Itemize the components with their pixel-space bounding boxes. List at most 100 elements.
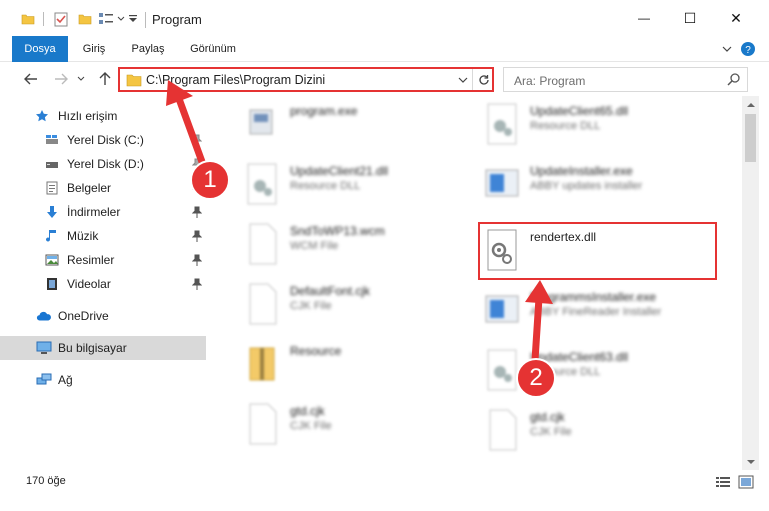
- sidebar-item-label: Yerel Disk (D:): [67, 157, 144, 171]
- sidebar-item-label: Yerel Disk (C:): [67, 133, 144, 147]
- address-path: C:\Program Files\Program Dizini: [146, 73, 326, 87]
- chevron-down-icon[interactable]: [116, 10, 126, 28]
- installer-icon: [485, 169, 519, 197]
- search-icon: [727, 72, 741, 89]
- arrow-right-icon: [55, 73, 68, 85]
- pictures-icon: [44, 252, 60, 268]
- file-type: Resource DLL: [530, 120, 601, 132]
- file-item-resource-folder[interactable]: Resource: [222, 336, 462, 392]
- details-view-icon[interactable]: [715, 475, 731, 489]
- sidebar-item-label: Belgeler: [67, 181, 112, 195]
- sidebar-item-label: Bu bilgisayar: [58, 341, 127, 355]
- view-options-icon[interactable]: [96, 10, 116, 28]
- recent-locations-button[interactable]: [74, 68, 88, 90]
- title-bar: Program — ☐ ✕: [0, 0, 769, 36]
- file-item-program-exe[interactable]: program.exe: [222, 96, 462, 152]
- pin-icon: [192, 134, 202, 146]
- maximize-button[interactable]: ☐: [667, 0, 713, 36]
- annotation-badge-1: 1: [190, 160, 230, 200]
- sidebar-item-music[interactable]: Müzik: [0, 224, 206, 248]
- folder-icon[interactable]: [20, 10, 36, 28]
- download-icon: [44, 204, 60, 220]
- tab-share[interactable]: Paylaş: [124, 36, 172, 62]
- sidebar-item-pictures[interactable]: Resimler: [0, 248, 206, 272]
- folder-icon: [126, 73, 142, 90]
- file-item-programmsinstaller-exe[interactable]: ProgrammsInstaller.exe ABBY FineReader I…: [462, 282, 702, 338]
- title-separator: [145, 12, 146, 28]
- navigation-pane: Hızlı erişim Yerel Disk (C:) Yerel Disk …: [0, 100, 210, 460]
- tab-view[interactable]: Görünüm: [184, 36, 242, 62]
- file-name: gtd.cjk: [290, 404, 325, 418]
- sidebar-item-videos[interactable]: Videolar: [0, 272, 206, 296]
- program-exe-icon: [249, 109, 273, 135]
- blank-file-icon: [489, 409, 517, 451]
- minimize-button[interactable]: —: [621, 0, 667, 36]
- back-button[interactable]: [20, 68, 42, 90]
- file-type: Resource DLL: [290, 180, 361, 192]
- sidebar-item-downloads[interactable]: İndirmeler: [0, 200, 206, 224]
- scroll-up-icon[interactable]: [742, 96, 759, 112]
- file-item-updateinstaller-exe[interactable]: UpdateInstaller.exe ABBY updates install…: [462, 156, 702, 212]
- sidebar-item-local-disk-c[interactable]: Yerel Disk (C:): [0, 128, 206, 152]
- customize-toolbar-icon[interactable]: [127, 10, 139, 28]
- arrow-left-icon: [24, 73, 37, 85]
- sidebar-item-network[interactable]: Ağ: [0, 368, 206, 392]
- file-item-gtd-cjk-2[interactable]: gtd.cjk CJK File: [462, 402, 702, 456]
- forward-button[interactable]: [50, 68, 72, 90]
- close-button[interactable]: ✕: [713, 0, 759, 36]
- sidebar-item-label: OneDrive: [58, 309, 109, 323]
- toolbar-separator: [42, 10, 46, 28]
- file-item-defaultfont-cjk[interactable]: DefaultFont.cjk CJK File: [222, 276, 462, 332]
- file-item-updateclient63-dll[interactable]: UpdateClient63.dll Resource DLL: [462, 342, 702, 398]
- file-item-updateclient21-dll[interactable]: UpdateClient21.dll Resource DLL: [222, 156, 462, 212]
- file-item-sndtowp13-wcm[interactable]: SndToWP13.wcm WCM File: [222, 216, 462, 272]
- tab-home[interactable]: Giriş: [76, 36, 112, 62]
- ribbon: Dosya Giriş Paylaş Görünüm ?: [0, 36, 769, 92]
- scrollbar-thumb[interactable]: [745, 114, 756, 162]
- sidebar-item-label: Müzik: [67, 229, 99, 243]
- window-title: Program: [152, 12, 202, 27]
- help-icon[interactable]: ?: [738, 40, 758, 58]
- search-box[interactable]: Ara: Program: [503, 67, 748, 92]
- file-type: CJK File: [290, 300, 332, 312]
- large-icons-view-icon[interactable]: [738, 475, 754, 489]
- sidebar-item-quick-access[interactable]: Hızlı erişim: [0, 104, 206, 128]
- search-placeholder: Ara: Program: [514, 74, 586, 88]
- sidebar-item-documents[interactable]: Belgeler: [0, 176, 206, 200]
- file-item-gtd-cjk[interactable]: gtd.cjk CJK File: [222, 396, 462, 452]
- file-type: ABBY updates installer: [530, 180, 643, 192]
- close-icon: ✕: [730, 9, 742, 26]
- properties-icon[interactable]: [52, 10, 70, 28]
- file-name: UpdateInstaller.exe: [530, 164, 633, 178]
- vertical-scrollbar[interactable]: [742, 96, 759, 470]
- file-type: CJK File: [530, 426, 572, 438]
- new-folder-icon[interactable]: [76, 10, 94, 28]
- file-name: UpdateClient21.dll: [290, 164, 389, 178]
- refresh-button[interactable]: [475, 70, 492, 89]
- file-name: Resource: [290, 344, 342, 358]
- scroll-down-icon[interactable]: [742, 454, 759, 470]
- refresh-icon: [478, 74, 489, 85]
- address-history-dropdown[interactable]: [456, 72, 470, 88]
- sidebar-item-this-pc[interactable]: Bu bilgisayar: [0, 336, 206, 360]
- video-icon: [44, 276, 60, 292]
- pin-icon: [192, 254, 202, 266]
- file-name: program.exe: [290, 104, 358, 118]
- file-item-updateclient65-dll[interactable]: UpdateClient65.dll Resource DLL: [462, 96, 702, 152]
- status-bar: 170 öğe: [0, 470, 769, 494]
- chevron-down-icon: [77, 76, 85, 81]
- sidebar-item-local-disk-d[interactable]: Yerel Disk (D:): [0, 152, 206, 176]
- dll-gear-icon: [247, 163, 277, 205]
- address-bar[interactable]: C:\Program Files\Program Dizini: [118, 67, 494, 92]
- svg-text:?: ?: [745, 45, 751, 56]
- up-button[interactable]: [94, 68, 116, 90]
- navigation-bar: C:\Program Files\Program Dizini Ara: Pro…: [0, 62, 769, 94]
- blank-file-icon: [249, 283, 277, 325]
- pin-icon: [192, 230, 202, 242]
- sidebar-item-onedrive[interactable]: OneDrive: [0, 304, 206, 328]
- file-name: ProgrammsInstaller.exe: [530, 290, 657, 304]
- chevron-down-icon: [458, 77, 468, 83]
- blank-file-icon: [249, 223, 277, 265]
- expand-ribbon-icon[interactable]: [720, 40, 734, 58]
- address-separator: [472, 69, 473, 90]
